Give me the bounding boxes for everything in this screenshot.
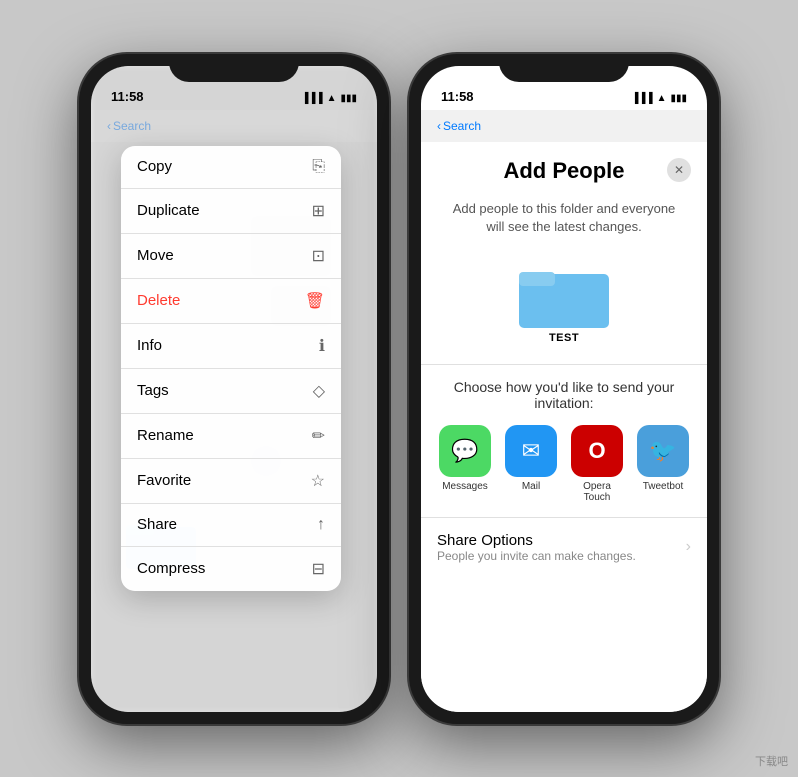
menu-label-share: Share — [137, 516, 177, 533]
share-options-title: Share Options — [437, 532, 636, 549]
copy-icon: ⎘ — [312, 158, 325, 176]
notch-right — [499, 54, 629, 82]
compress-icon: ⊟ — [312, 559, 325, 579]
status-icons-left: ▐▐▐ ▲ ▮▮▮ — [301, 93, 357, 104]
menu-item-move[interactable]: Move ⊡ — [121, 234, 341, 279]
wifi-icon: ▲ — [327, 93, 337, 104]
notch-left — [169, 54, 299, 82]
choose-section: Choose how you'd like to send your invit… — [421, 365, 707, 513]
modal-header: Add People ✕ — [421, 142, 707, 200]
back-label-right: Search — [443, 119, 481, 133]
left-phone: 11:58 ▐▐▐ ▲ ▮▮▮ ‹ Search Copy ⎘ Duplicat… — [79, 54, 389, 724]
menu-label-compress: Compress — [137, 560, 205, 577]
tweetbot-app-icon: 🐦 — [637, 425, 689, 477]
menu-label-duplicate: Duplicate — [137, 202, 200, 219]
favorite-icon: ☆ — [311, 471, 325, 491]
back-button-right[interactable]: ‹ Search — [437, 119, 481, 133]
menu-label-copy: Copy — [137, 158, 172, 175]
status-icons-right: ▐▐▐ ▲ ▮▮▮ — [631, 93, 687, 104]
battery-icon-right: ▮▮▮ — [670, 93, 687, 104]
menu-label-move: Move — [137, 247, 174, 264]
folder-name: TEST — [549, 332, 579, 344]
app-item-opera[interactable]: O Opera Touch — [569, 425, 625, 503]
mail-app-label: Mail — [522, 481, 540, 492]
choose-label: Choose how you'd like to send your invit… — [437, 379, 691, 411]
left-phone-screen: 11:58 ▐▐▐ ▲ ▮▮▮ ‹ Search Copy ⎘ Duplicat… — [91, 66, 377, 712]
time-right: 11:58 — [441, 89, 474, 104]
tweetbot-app-label: Tweetbot — [643, 481, 684, 492]
share-options-row[interactable]: Share Options People you invite can make… — [421, 517, 707, 577]
app-item-tweetbot[interactable]: 🐦 Tweetbot — [635, 425, 691, 503]
right-phone: 11:58 ▐▐▐ ▲ ▮▮▮ ‹ Search Add People ✕ — [409, 54, 719, 724]
mail-app-icon: ✉ — [505, 425, 557, 477]
menu-item-share[interactable]: Share ↑ — [121, 504, 341, 547]
signal-icon-right: ▐▐▐ — [631, 93, 652, 104]
menu-item-compress[interactable]: Compress ⊟ — [121, 547, 341, 591]
modal-subtitle: Add people to this folder and everyone w… — [421, 200, 707, 252]
menu-item-rename[interactable]: Rename ✏ — [121, 414, 341, 459]
opera-icon-glyph: O — [588, 438, 605, 464]
menu-item-info[interactable]: Info ℹ — [121, 324, 341, 369]
add-people-modal: Add People ✕ Add people to this folder a… — [421, 142, 707, 712]
menu-item-delete[interactable]: Delete 🗑 — [121, 279, 341, 324]
share-options-left: Share Options People you invite can make… — [437, 532, 636, 563]
menu-label-delete: Delete — [137, 292, 180, 309]
signal-icon: ▐▐▐ — [301, 93, 322, 104]
folder-icon-right — [519, 262, 609, 332]
messages-app-icon: 💬 — [439, 425, 491, 477]
watermark: 下载吧 — [755, 753, 788, 769]
messages-app-label: Messages — [442, 481, 488, 492]
app-item-mail[interactable]: ✉ Mail — [503, 425, 559, 503]
close-icon: ✕ — [674, 163, 684, 177]
modal-close-button[interactable]: ✕ — [667, 158, 691, 182]
mail-icon-glyph: ✉ — [522, 438, 540, 464]
menu-item-copy[interactable]: Copy ⎘ — [121, 146, 341, 189]
share-options-chevron: › — [686, 538, 691, 556]
menu-item-tags[interactable]: Tags ◇ — [121, 369, 341, 414]
delete-icon: 🗑 — [305, 291, 325, 311]
menu-label-rename: Rename — [137, 427, 194, 444]
menu-item-duplicate[interactable]: Duplicate ⊞ — [121, 189, 341, 234]
battery-icon: ▮▮▮ — [340, 93, 357, 104]
context-menu: Copy ⎘ Duplicate ⊞ Move ⊡ Delete 🗑 Info … — [121, 146, 341, 591]
back-chevron-right: ‹ — [437, 119, 441, 133]
app-icons-row: 💬 Messages ✉ Mail O — [437, 425, 691, 503]
modal-title: Add People — [503, 158, 624, 184]
share-options-subtitle: People you invite can make changes. — [437, 549, 636, 563]
wifi-icon-right: ▲ — [657, 93, 667, 104]
opera-app-icon: O — [571, 425, 623, 477]
tweetbot-icon-glyph: 🐦 — [649, 438, 676, 464]
share-icon: ↑ — [317, 516, 325, 534]
opera-app-label: Opera Touch — [569, 481, 625, 503]
time-left: 11:58 — [111, 89, 144, 104]
right-phone-screen: 11:58 ▐▐▐ ▲ ▮▮▮ ‹ Search Add People ✕ — [421, 66, 707, 712]
nav-bar-right: ‹ Search — [421, 110, 707, 142]
menu-label-tags: Tags — [137, 382, 169, 399]
duplicate-icon: ⊞ — [312, 201, 325, 221]
app-item-messages[interactable]: 💬 Messages — [437, 425, 493, 503]
menu-label-info: Info — [137, 337, 162, 354]
menu-label-favorite: Favorite — [137, 472, 191, 489]
messages-icon-glyph: 💬 — [451, 438, 478, 464]
info-icon: ℹ — [319, 336, 325, 356]
tags-icon: ◇ — [313, 381, 325, 401]
move-icon: ⊡ — [312, 246, 325, 266]
rename-icon: ✏ — [312, 426, 325, 446]
menu-item-favorite[interactable]: Favorite ☆ — [121, 459, 341, 504]
modal-folder-section: TEST — [421, 252, 707, 365]
